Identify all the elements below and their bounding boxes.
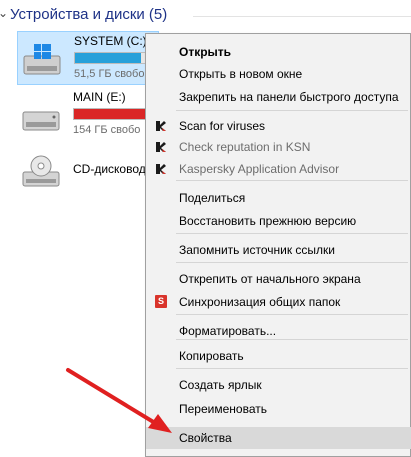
annotation-arrow xyxy=(66,368,172,433)
